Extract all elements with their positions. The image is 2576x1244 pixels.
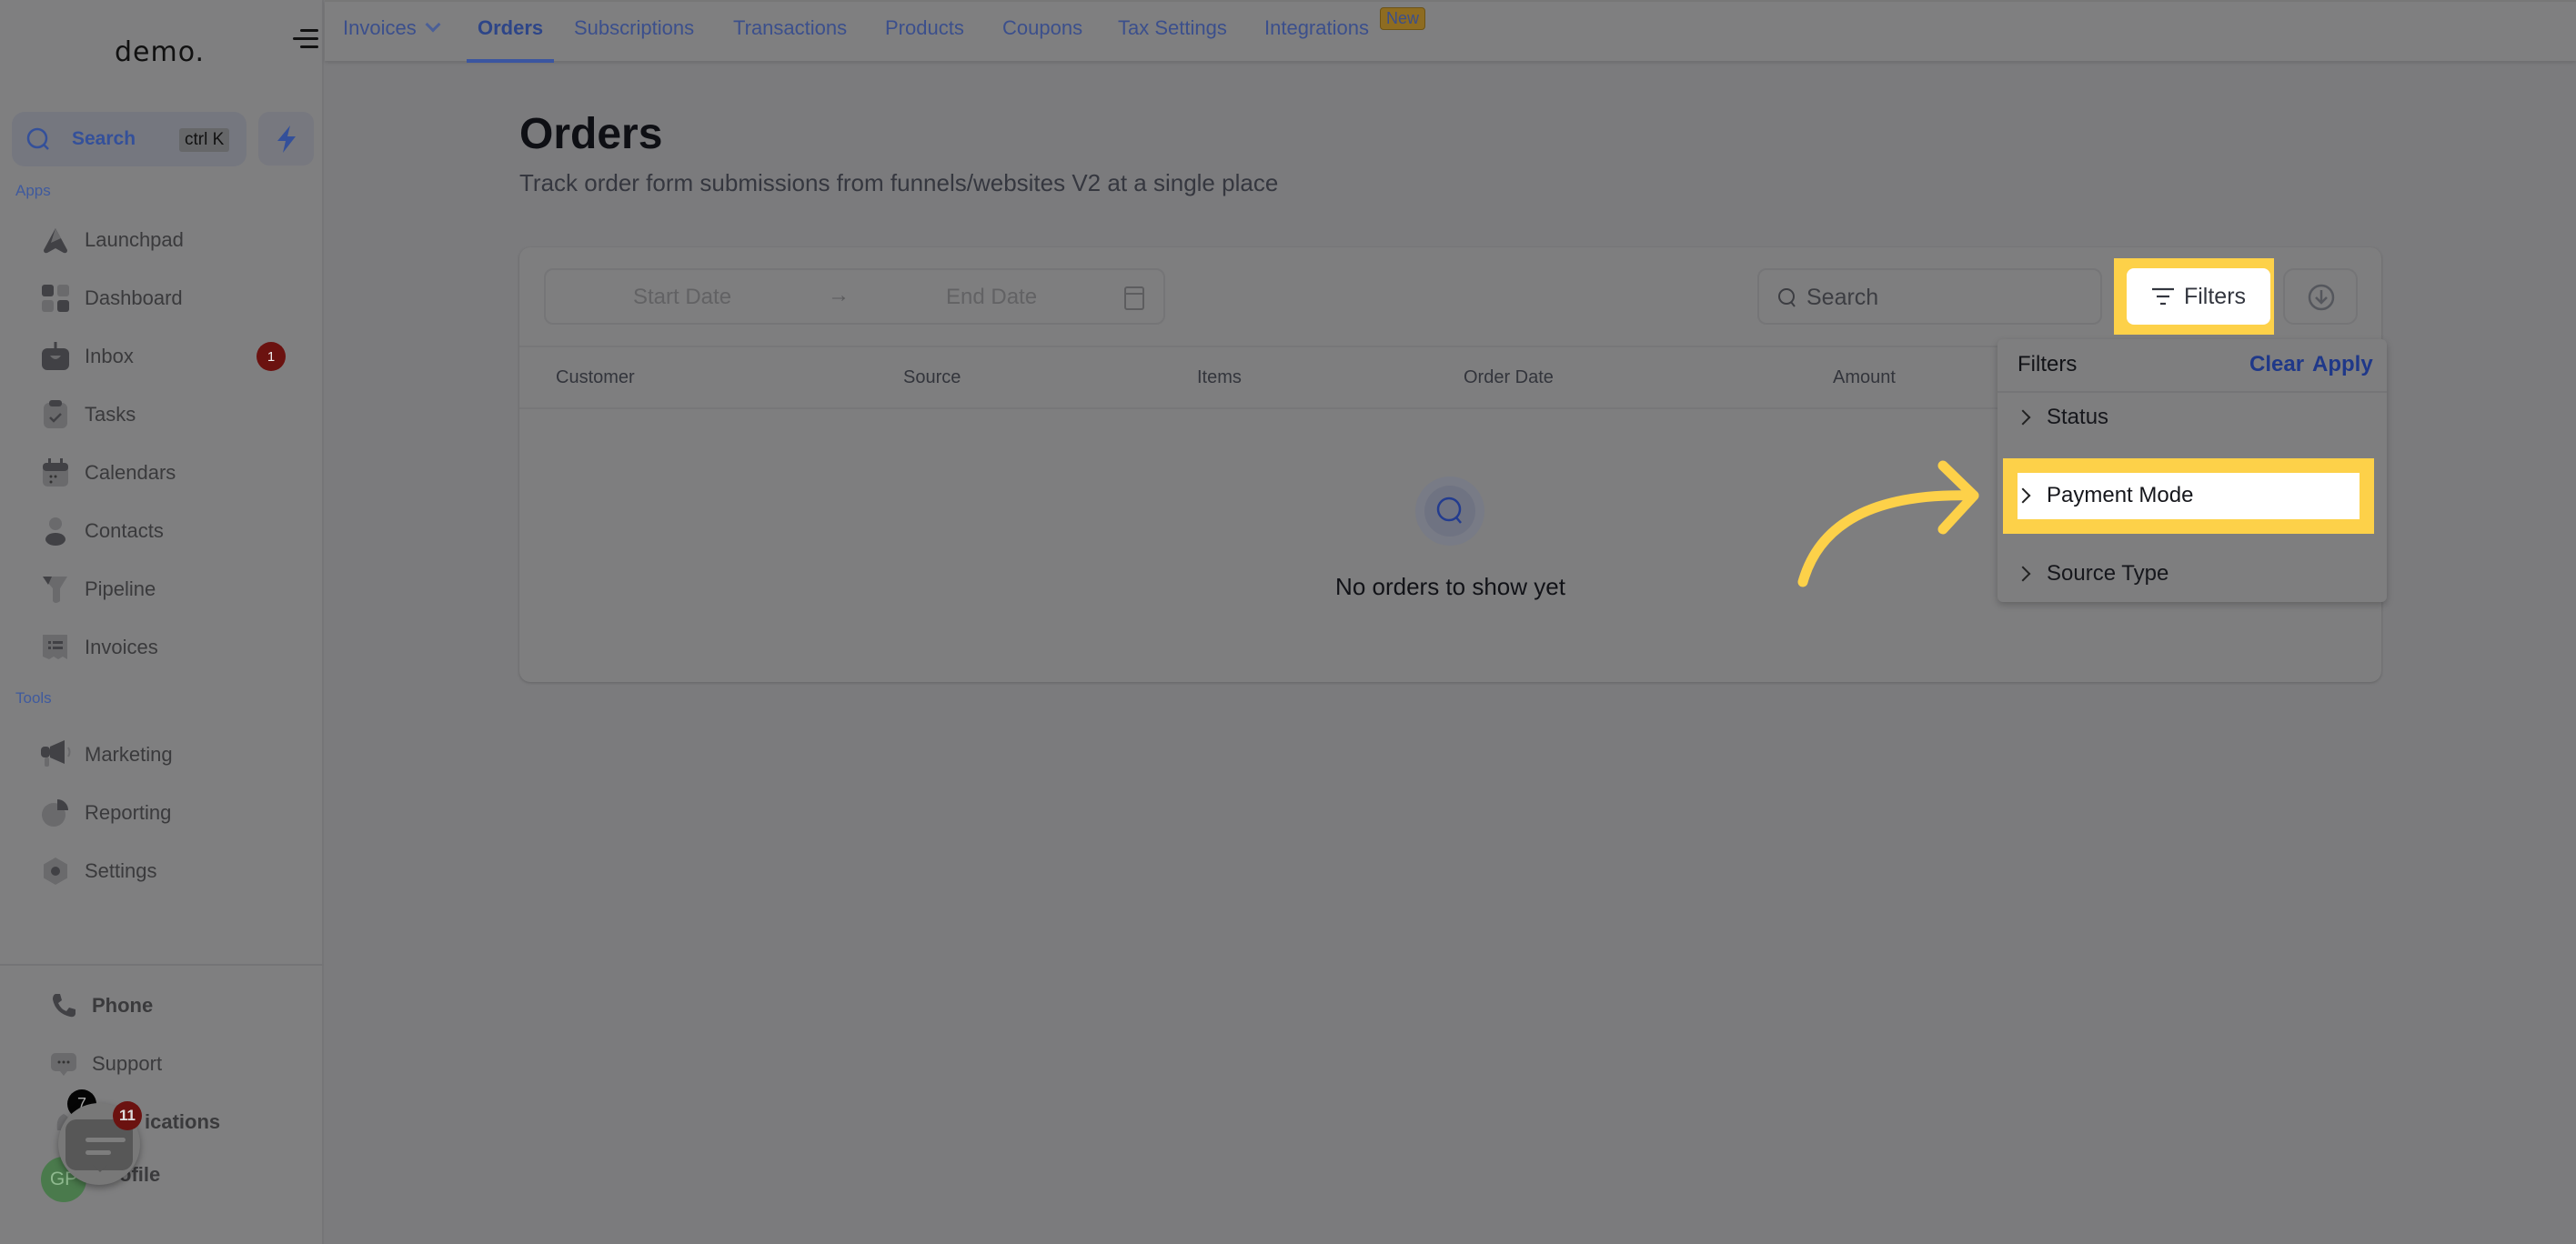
search-icon xyxy=(26,127,49,150)
filter-option-source-type[interactable]: Source Type xyxy=(2015,561,2168,587)
column-header-items[interactable]: Items xyxy=(1197,367,1242,388)
dashboard-icon xyxy=(40,283,71,314)
tab-transactions[interactable]: Transactions xyxy=(733,16,847,60)
column-header-amount[interactable]: Amount xyxy=(1833,367,1896,388)
sidebar-item-settings[interactable]: Settings xyxy=(40,851,157,891)
pie-chart-icon xyxy=(40,798,71,828)
chat-widget-badge: 11 xyxy=(113,1101,142,1130)
sidebar-item-calendars[interactable]: Calendars xyxy=(40,453,176,493)
download-button[interactable] xyxy=(2283,268,2358,325)
filters-button[interactable]: Filters xyxy=(2127,268,2270,325)
tab-invoices[interactable]: Invoices xyxy=(343,16,441,60)
date-range-picker[interactable]: Start Date → End Date xyxy=(544,268,1165,325)
column-header-source[interactable]: Source xyxy=(903,367,961,388)
tab-coupons[interactable]: Coupons xyxy=(1002,16,1082,60)
tab-tax-settings[interactable]: Tax Settings xyxy=(1118,16,1227,60)
clear-filters-button[interactable]: Clear xyxy=(2249,352,2304,377)
pipeline-icon xyxy=(40,574,71,605)
sidebar-item-dashboard[interactable]: Dashboard xyxy=(40,278,183,318)
sidebar-item-pipeline[interactable]: Pipeline xyxy=(40,569,156,609)
sidebar-item-tasks[interactable]: Tasks xyxy=(40,395,136,435)
sidebar-item-support[interactable]: Support xyxy=(50,1044,162,1084)
phone-icon xyxy=(50,992,77,1019)
search-shortcut: ctrl K xyxy=(179,128,230,152)
filters-dropdown: Filters Clear Apply Status Payment Mode … xyxy=(1997,339,2387,602)
column-header-order-date[interactable]: Order Date xyxy=(1464,367,1554,388)
page-subtitle: Track order form submissions from funnel… xyxy=(519,169,1279,196)
bolt-icon xyxy=(277,125,296,153)
invoices-icon xyxy=(40,632,71,663)
calendar-icon[interactable] xyxy=(1124,286,1144,310)
launchpad-icon xyxy=(40,225,71,256)
top-nav: Invoices Orders Subscriptions Transactio… xyxy=(325,0,2576,63)
filter-lines-icon xyxy=(2151,287,2174,306)
sidebar-item-reporting[interactable]: Reporting xyxy=(40,793,171,833)
arrow-right-icon: → xyxy=(828,283,850,307)
megaphone-icon xyxy=(40,739,71,770)
sidebar: demo. Search ctrl K Apps Launchpad Dashb… xyxy=(0,0,324,1244)
sidebar-item-invoices[interactable]: Invoices xyxy=(40,627,158,667)
global-search-button[interactable]: Search ctrl K xyxy=(12,112,247,166)
chevron-right-icon xyxy=(2015,566,2031,582)
logo: demo. xyxy=(115,36,206,68)
tab-integrations[interactable]: Integrations xyxy=(1264,16,1369,60)
sidebar-item-contacts[interactable]: Contacts xyxy=(40,511,164,551)
end-date-input[interactable]: End Date xyxy=(946,285,1037,310)
apps-section-label: Apps xyxy=(15,182,51,199)
quick-actions-button[interactable] xyxy=(258,112,314,166)
divider xyxy=(1997,391,2387,393)
filters-panel-title: Filters xyxy=(2018,352,2078,376)
tools-section-label: Tools xyxy=(15,689,52,707)
column-header-customer[interactable]: Customer xyxy=(556,367,635,388)
start-date-input[interactable]: Start Date xyxy=(633,285,731,310)
sidebar-item-marketing[interactable]: Marketing xyxy=(40,735,173,775)
settings-icon xyxy=(40,856,71,887)
sidebar-divider xyxy=(0,964,324,966)
sidebar-item-phone[interactable]: Phone xyxy=(50,986,153,1026)
download-icon xyxy=(2308,284,2335,311)
filter-option-status[interactable]: Status xyxy=(2015,405,2108,430)
tab-orders[interactable]: Orders xyxy=(466,16,555,63)
search-icon xyxy=(1778,288,1796,307)
sidebar-item-launchpad[interactable]: Launchpad xyxy=(40,220,184,260)
inbox-unread-badge: 1 xyxy=(257,342,286,371)
chevron-right-icon xyxy=(2015,409,2031,426)
filter-option-payment-mode[interactable]: Payment Mode xyxy=(2015,483,2193,508)
chevron-right-icon xyxy=(2015,487,2031,504)
tab-subscriptions[interactable]: Subscriptions xyxy=(574,16,694,60)
page-title: Orders xyxy=(519,110,663,158)
empty-state-icon xyxy=(1415,477,1484,546)
search-label: Search xyxy=(72,128,136,149)
new-badge: New xyxy=(1380,7,1426,30)
menu-toggle-icon[interactable] xyxy=(293,27,318,51)
tasks-icon xyxy=(40,399,71,430)
search-icon xyxy=(1436,497,1462,524)
annotation-arrow-icon xyxy=(1797,460,1979,587)
contacts-icon xyxy=(40,516,71,547)
orders-search-input[interactable]: Search xyxy=(1757,268,2102,325)
tab-products[interactable]: Products xyxy=(885,16,964,60)
chevron-down-icon xyxy=(425,16,441,33)
calendar-icon xyxy=(40,457,71,488)
apply-filters-button[interactable]: Apply xyxy=(2312,352,2373,377)
support-chat-icon xyxy=(50,1050,77,1078)
sidebar-item-inbox[interactable]: Inbox xyxy=(40,336,134,376)
inbox-icon xyxy=(40,341,71,372)
